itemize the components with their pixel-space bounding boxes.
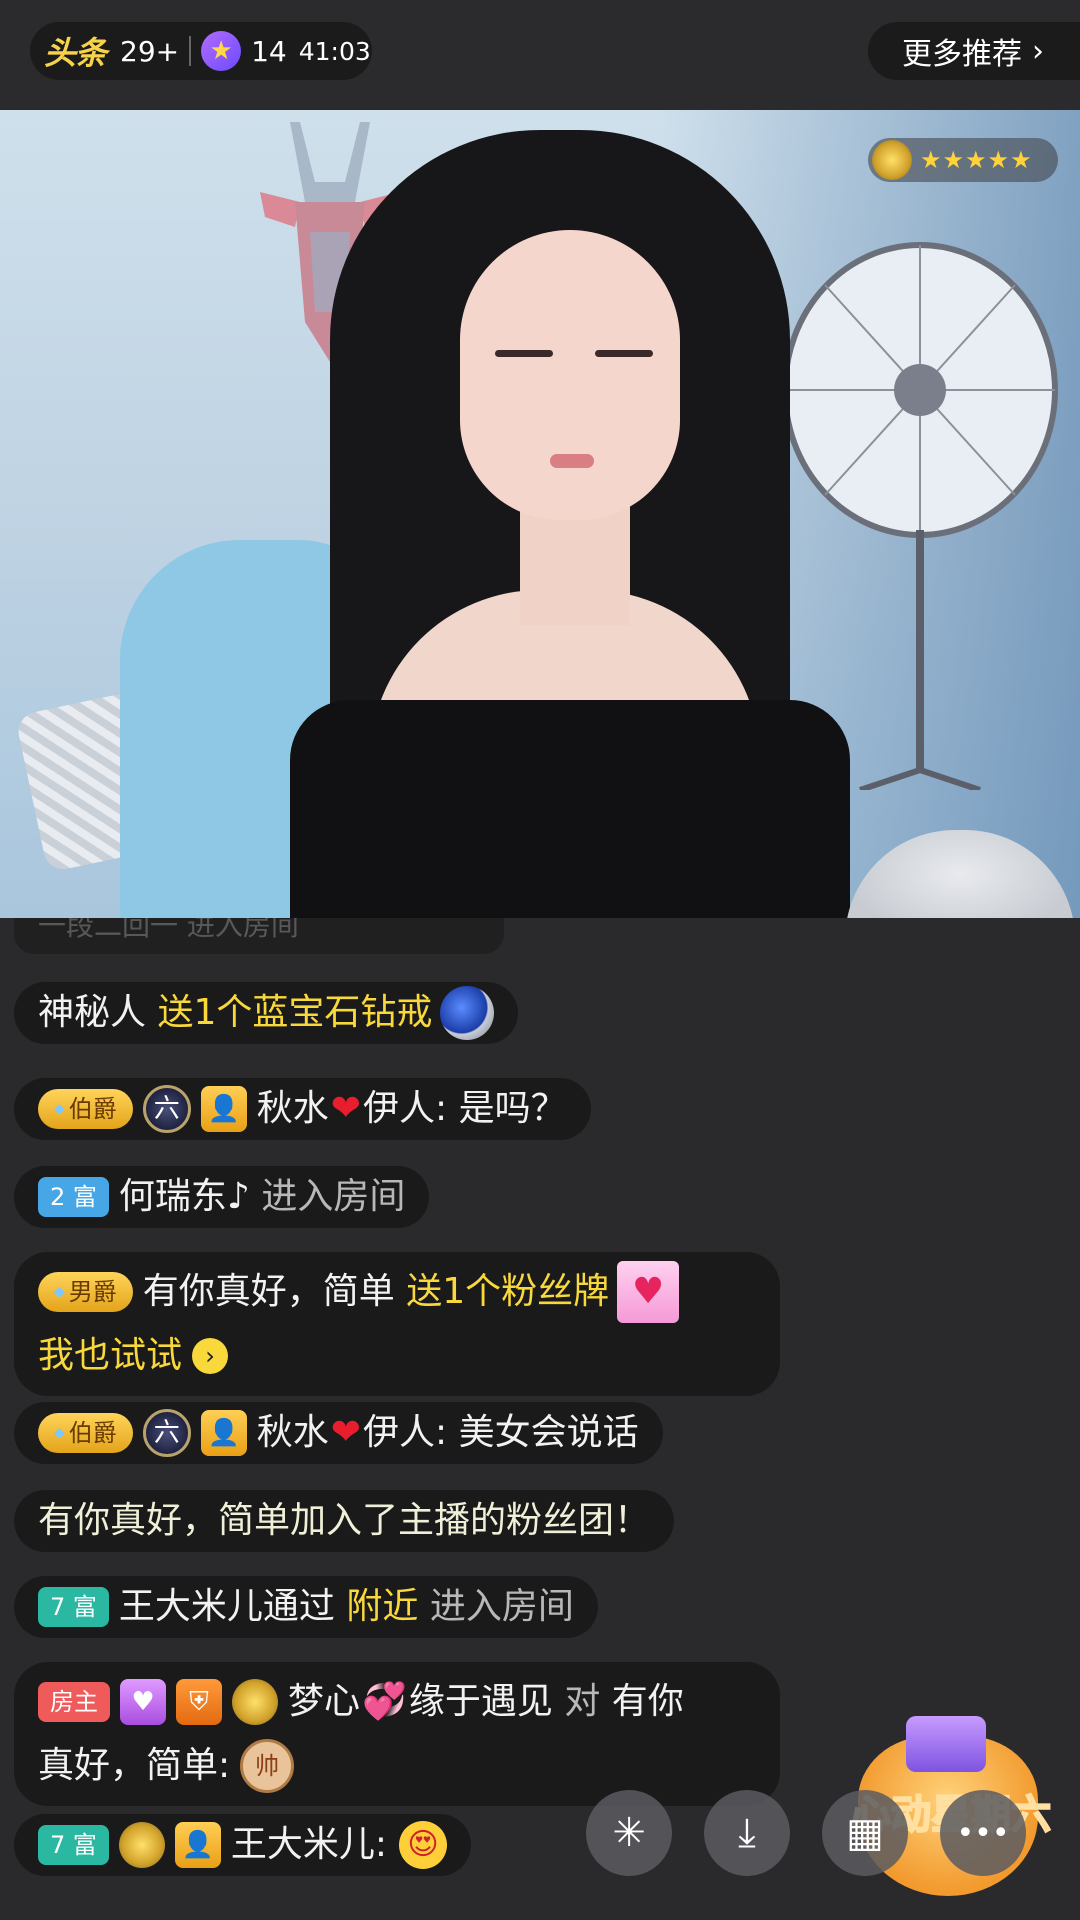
- top-bar: 头条 29+ ★ 14 41:03 更多推荐 ›: [0, 0, 1080, 110]
- live-video[interactable]: ★★★★★: [0, 110, 1080, 918]
- heart-eyes-emoji: 😍: [399, 1821, 448, 1869]
- username-suffix[interactable]: 伊人:: [363, 1078, 447, 1140]
- sapphire-ring-icon: [440, 986, 495, 1040]
- message-text: 真好，简单:: [38, 1745, 231, 1786]
- streamer-eye-right: [595, 350, 653, 357]
- gift-action: 送1个粉丝牌: [406, 1271, 610, 1312]
- download-icon: ⤓: [738, 1810, 756, 1856]
- username[interactable]: 梦心: [288, 1670, 360, 1734]
- shuai-badge-icon: 帅: [240, 1739, 295, 1793]
- enter-room-text: 进入房间: [261, 1176, 406, 1217]
- shield-badge-icon: ⛨: [176, 1679, 222, 1725]
- grid-menu-button[interactable]: ▦: [822, 1790, 908, 1876]
- username-suffix[interactable]: 伊人:: [363, 1402, 447, 1464]
- anchor-level-badge[interactable]: ★★★★★: [868, 138, 1058, 182]
- medal-icon: [118, 1822, 165, 1868]
- viewer-count: 29+: [120, 34, 180, 68]
- source-highlight: 附近: [346, 1586, 419, 1627]
- chat-message: 有你真好，简单加入了主播的粉丝团！: [14, 1490, 675, 1552]
- stream-info-pill[interactable]: 头条 29+ ★ 14 41:03: [30, 22, 372, 80]
- grid-icon: ▦: [846, 1810, 884, 1856]
- more-recommend-label: 更多推荐: [902, 37, 1022, 72]
- username[interactable]: 何瑞东♪: [119, 1166, 250, 1228]
- chat-message: 神秘人 送1个蓝宝石钻戒: [14, 982, 519, 1044]
- chat-message: 房主 ♥ ⛨ 梦心 💞 缘于遇见 对 有你 真好，简单: 帅: [14, 1662, 780, 1806]
- rich-level-badge: 7 富: [38, 1587, 109, 1627]
- chat-message: 2 富 何瑞东♪ 进入房间: [14, 1166, 430, 1228]
- heart-icon: ❤: [330, 1412, 361, 1453]
- username[interactable]: 秋水: [257, 1078, 329, 1140]
- streamer-lips: [550, 454, 594, 468]
- more-recommend-button[interactable]: 更多推荐 ›: [868, 22, 1080, 80]
- gift-icon: [906, 1716, 986, 1772]
- username[interactable]: 有你真好，简单: [143, 1260, 395, 1324]
- streamer-neck: [520, 505, 630, 625]
- connector-text: 对: [564, 1681, 601, 1722]
- message-text: 是吗？: [458, 1088, 567, 1129]
- streamer-face: [460, 230, 680, 520]
- medal-icon: [872, 140, 912, 180]
- noble-badge: 伯爵: [38, 1413, 133, 1453]
- more-dots-icon: •••: [956, 1815, 1010, 1851]
- live-time: 41:03: [298, 36, 371, 66]
- fan-user-icon: 👤: [200, 1086, 247, 1132]
- chat-message: 伯爵 六 👤 秋水 ❤ 伊人: 美女会说话: [14, 1402, 663, 1464]
- heart-icon: ❤: [330, 1088, 361, 1129]
- username-suffix[interactable]: 缘于遇见: [409, 1670, 553, 1734]
- try-it-link[interactable]: 我也试试 ›: [38, 1324, 229, 1388]
- guard-icon: ♥: [120, 1679, 166, 1725]
- rich-level-badge: 7 富: [38, 1825, 109, 1865]
- chevron-right-icon: ›: [192, 1338, 229, 1374]
- shield-icon: 六: [142, 1085, 191, 1133]
- streamer-top: [290, 700, 850, 918]
- download-button[interactable]: ⤓: [704, 1790, 790, 1876]
- host-badge: 房主: [38, 1682, 110, 1722]
- chat-message: 7 富 👤 王大米儿: 😍: [14, 1814, 472, 1876]
- chat-message: 伯爵 六 👤 秋水 ❤ 伊人: 是吗？: [14, 1078, 591, 1140]
- app-logo: 头条: [44, 34, 107, 72]
- chevron-right-icon: ›: [1032, 33, 1044, 69]
- fan-club-join-text: 有你真好，简单加入了主播的粉丝团！: [38, 1500, 651, 1541]
- share-icon: ✳: [612, 1810, 646, 1856]
- star-icon: ★: [201, 31, 242, 71]
- target-username[interactable]: 有你: [612, 1670, 684, 1734]
- heart-icon: 💞: [362, 1681, 407, 1722]
- try-it-label: 我也试试: [38, 1335, 183, 1376]
- message-text: 美女会说话: [458, 1412, 639, 1453]
- divider: [189, 36, 192, 66]
- chat-message: 7 富 王大米儿通过 附近 进入房间: [14, 1576, 598, 1638]
- username[interactable]: 王大米儿通过: [119, 1576, 335, 1638]
- rich-level-badge: 2 富: [38, 1177, 109, 1217]
- shield-icon: 六: [142, 1409, 191, 1457]
- enter-room-text: 进入房间: [429, 1586, 574, 1627]
- noble-badge: 伯爵: [38, 1089, 133, 1129]
- streamer-eye-left: [495, 350, 553, 357]
- username[interactable]: 神秘人: [38, 982, 146, 1044]
- medal-icon: [232, 1679, 278, 1725]
- chat-message: 男爵 有你真好，简单 送1个粉丝牌 ♥ 我也试试 ›: [14, 1252, 780, 1396]
- more-options-button[interactable]: •••: [940, 1790, 1026, 1876]
- faded-message: 一段二回一 进入房间: [14, 918, 504, 954]
- username[interactable]: 秋水: [257, 1402, 329, 1464]
- fan-user-icon: 👤: [174, 1822, 221, 1868]
- noble-badge: 男爵: [38, 1272, 133, 1312]
- fan-user-icon: 👤: [200, 1410, 247, 1456]
- username[interactable]: 王大米儿:: [231, 1814, 387, 1876]
- share-button[interactable]: ✳: [586, 1790, 672, 1876]
- level-value: 14: [251, 34, 287, 68]
- star-rating: ★★★★★: [920, 146, 1033, 174]
- gift-action: 送1个蓝宝石钻戒: [157, 992, 433, 1033]
- fan-badge-icon: ♥: [617, 1261, 680, 1323]
